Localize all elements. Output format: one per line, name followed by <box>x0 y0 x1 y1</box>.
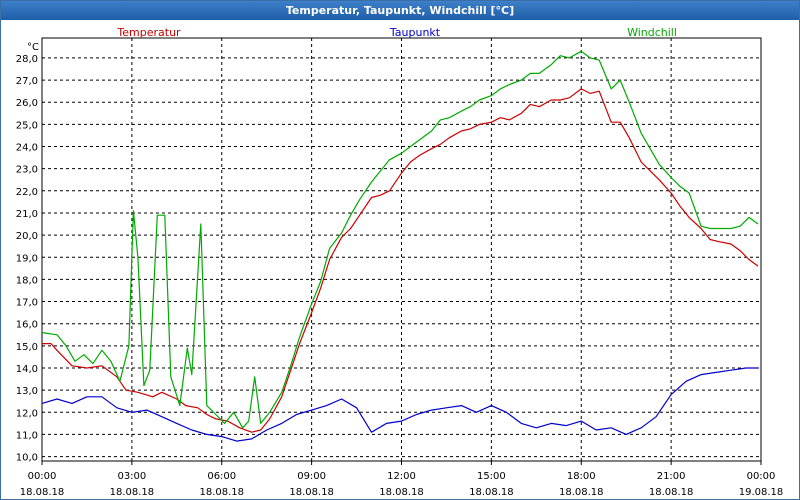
y-axis-label: °C <box>27 42 39 53</box>
y-tick-label: 21,0 <box>16 209 38 220</box>
x-tick-time: 15:00 <box>477 471 506 482</box>
x-tick-time: 09:00 <box>297 471 326 482</box>
y-tick-label: 10,0 <box>16 453 38 464</box>
y-tick-label: 28,0 <box>16 54 38 65</box>
x-tick-time: 12:00 <box>387 471 416 482</box>
window-title: Temperatur, Taupunkt, Windchill [°C] <box>1 1 799 20</box>
x-tick-time: 03:00 <box>117 471 146 482</box>
y-tick-label: 23,0 <box>16 165 38 176</box>
y-tick-label: 20,0 <box>16 231 38 242</box>
legend-taupunkt: Taupunkt <box>389 26 441 39</box>
y-tick-label: 12,0 <box>16 408 38 419</box>
x-tick-date: 18.08.18 <box>379 487 424 498</box>
x-tick-time: 21:00 <box>657 471 686 482</box>
legend-windchill: Windchill <box>627 26 677 39</box>
y-tick-label: 25,0 <box>16 120 38 131</box>
y-tick-label: 15,0 <box>16 342 38 353</box>
x-tick-date: 18.08.18 <box>289 487 334 498</box>
x-tick-date: 18.08.18 <box>199 487 244 498</box>
y-tick-label: 24,0 <box>16 143 38 154</box>
x-tick-time: 00:00 <box>28 471 57 482</box>
y-tick-label: 26,0 <box>16 98 38 109</box>
y-tick-label: 17,0 <box>16 298 38 309</box>
y-tick-label: 13,0 <box>16 386 38 397</box>
legend-temperatur: Temperatur <box>116 26 181 39</box>
x-tick-time: 18:00 <box>567 471 596 482</box>
chart-svg: 10,0 11,0 12,0 13,0 14,0 15,0 16,0 17,0 18,0 19,0… <box>16 26 784 498</box>
x-tick-date: 18.08.18 <box>559 487 604 498</box>
x-tick-date: 18.08.18 <box>20 487 65 498</box>
x-tick-date: 18.08.18 <box>469 487 514 498</box>
chart-window: Temperatur, Taupunkt, Windchill [°C] 10,… <box>0 0 800 500</box>
x-tick-date: 18.08.18 <box>649 487 694 498</box>
y-tick-label: 27,0 <box>16 76 38 87</box>
y-tick-label: 19,0 <box>16 253 38 264</box>
x-tick-date: 18.08.18 <box>110 487 155 498</box>
y-tick-label: 14,0 <box>16 364 38 375</box>
y-tick-label: 18,0 <box>16 275 38 286</box>
y-tick-label: 16,0 <box>16 320 38 331</box>
y-tick-label: 11,0 <box>16 430 38 441</box>
y-tick-label: 22,0 <box>16 187 38 198</box>
x-tick-time: 06:00 <box>207 471 236 482</box>
x-tick-date: 19.08.18 <box>739 487 784 498</box>
x-tick-time: 00:00 <box>747 471 776 482</box>
